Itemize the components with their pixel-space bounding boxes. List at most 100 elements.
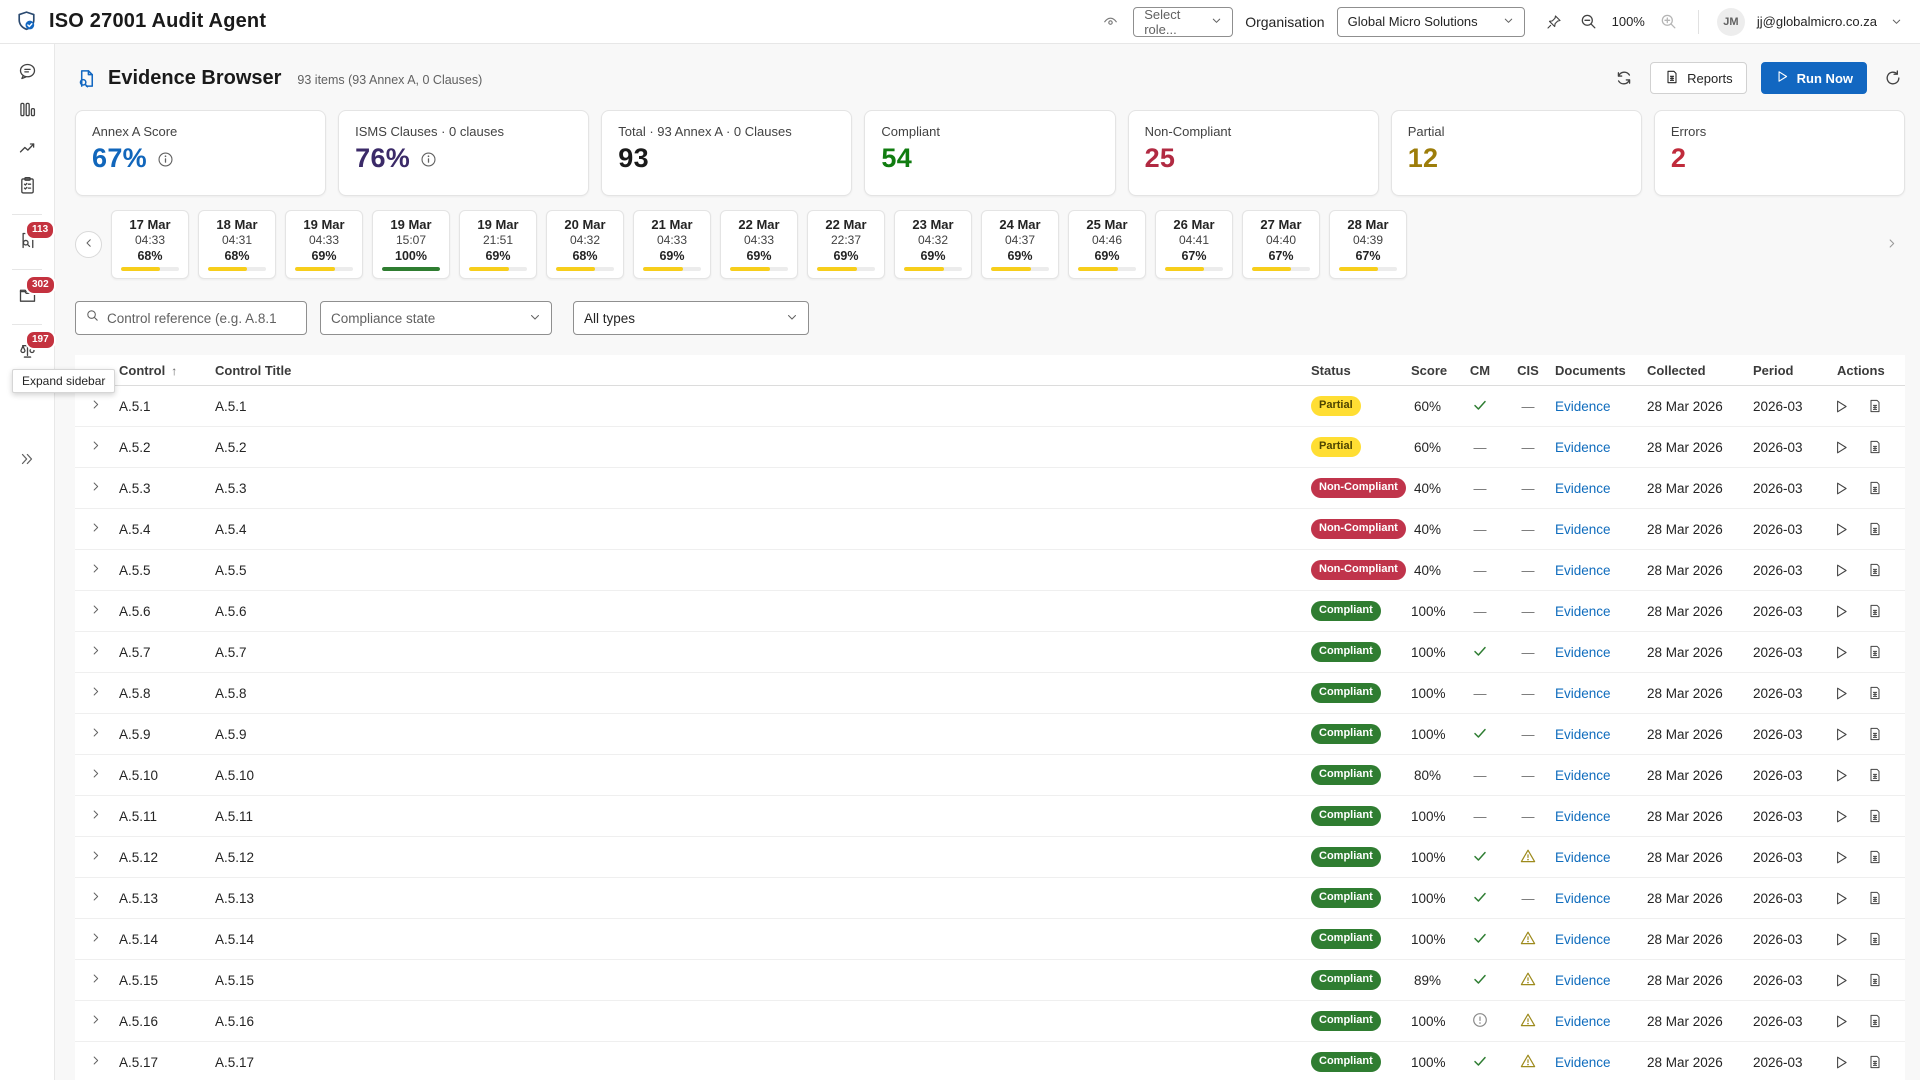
zoom-out-icon[interactable] (1577, 10, 1600, 33)
sync-icon[interactable] (1612, 66, 1636, 90)
evidence-link[interactable]: Evidence (1555, 809, 1611, 824)
pin-icon[interactable] (1543, 11, 1565, 33)
timeline-card[interactable]: 28 Mar04:3967% (1329, 210, 1407, 279)
timeline-card[interactable]: 26 Mar04:4167% (1155, 210, 1233, 279)
evidence-link[interactable]: Evidence (1555, 645, 1611, 660)
expand-row-icon[interactable] (89, 1054, 102, 1067)
evidence-link[interactable]: Evidence (1555, 563, 1611, 578)
timeline-card[interactable]: 18 Mar04:3168% (198, 210, 276, 279)
run-control-icon[interactable] (1833, 726, 1850, 743)
row-report-icon[interactable] (1867, 1013, 1883, 1029)
timeline-card[interactable]: 22 Mar22:3769% (807, 210, 885, 279)
expand-row-icon[interactable] (89, 398, 102, 411)
expand-row-icon[interactable] (89, 562, 102, 575)
timeline-prev-button[interactable] (75, 231, 102, 258)
run-control-icon[interactable] (1833, 398, 1850, 415)
row-report-icon[interactable] (1867, 398, 1883, 414)
row-report-icon[interactable] (1867, 439, 1883, 455)
sidebar-item-collections[interactable]: 302 (7, 279, 47, 315)
row-report-icon[interactable] (1867, 644, 1883, 660)
timeline-card[interactable]: 23 Mar04:3269% (894, 210, 972, 279)
refresh-icon[interactable] (1881, 66, 1905, 90)
timeline-card[interactable]: 21 Mar04:3369% (633, 210, 711, 279)
compliance-state-select[interactable]: Compliance state (320, 301, 552, 335)
evidence-link[interactable]: Evidence (1555, 604, 1611, 619)
timeline-card[interactable]: 19 Mar21:5169% (459, 210, 537, 279)
timeline-card[interactable]: 22 Mar04:3369% (720, 210, 798, 279)
expand-sidebar-button[interactable] (7, 442, 47, 478)
row-report-icon[interactable] (1867, 480, 1883, 496)
run-control-icon[interactable] (1833, 931, 1850, 948)
evidence-link[interactable]: Evidence (1555, 891, 1611, 906)
row-report-icon[interactable] (1867, 931, 1883, 947)
sidebar-item-checklist[interactable] (7, 169, 47, 205)
run-now-button[interactable]: Run Now (1761, 62, 1867, 94)
evidence-link[interactable]: Evidence (1555, 973, 1611, 988)
run-control-icon[interactable] (1833, 521, 1850, 538)
expand-row-icon[interactable] (89, 1013, 102, 1026)
timeline-card[interactable]: 17 Mar04:3368% (111, 210, 189, 279)
run-control-icon[interactable] (1833, 562, 1850, 579)
evidence-link[interactable]: Evidence (1555, 399, 1611, 414)
row-report-icon[interactable] (1867, 603, 1883, 619)
expand-row-icon[interactable] (89, 890, 102, 903)
organisation-select[interactable]: Global Micro Solutions (1337, 7, 1525, 37)
evidence-link[interactable]: Evidence (1555, 932, 1611, 947)
run-control-icon[interactable] (1833, 1013, 1850, 1030)
row-report-icon[interactable] (1867, 849, 1883, 865)
expand-row-icon[interactable] (89, 480, 102, 493)
reports-button[interactable]: Reports (1650, 62, 1747, 94)
expand-row-icon[interactable] (89, 931, 102, 944)
timeline-card[interactable]: 24 Mar04:3769% (981, 210, 1059, 279)
run-control-icon[interactable] (1833, 480, 1850, 497)
sidebar-item-compliance[interactable]: 197 (7, 334, 47, 370)
column-header-score[interactable]: Score (1407, 363, 1455, 378)
expand-row-icon[interactable] (89, 972, 102, 985)
evidence-link[interactable]: Evidence (1555, 1055, 1611, 1070)
avatar[interactable]: JM (1717, 8, 1745, 36)
row-report-icon[interactable] (1867, 521, 1883, 537)
timeline-card[interactable]: 19 Mar04:3369% (285, 210, 363, 279)
column-header-cis[interactable]: CIS (1505, 363, 1551, 378)
run-control-icon[interactable] (1833, 439, 1850, 456)
timeline-card[interactable]: 20 Mar04:3268% (546, 210, 624, 279)
run-control-icon[interactable] (1833, 890, 1850, 907)
evidence-link[interactable]: Evidence (1555, 440, 1611, 455)
timeline-card[interactable]: 25 Mar04:4669% (1068, 210, 1146, 279)
row-report-icon[interactable] (1867, 808, 1883, 824)
evidence-link[interactable]: Evidence (1555, 727, 1611, 742)
expand-row-icon[interactable] (89, 726, 102, 739)
evidence-link[interactable]: Evidence (1555, 1014, 1611, 1029)
timeline-card[interactable]: 27 Mar04:4067% (1242, 210, 1320, 279)
row-report-icon[interactable] (1867, 1054, 1883, 1070)
sidebar-item-trends[interactable] (7, 131, 47, 167)
info-icon[interactable] (420, 151, 437, 168)
info-icon[interactable] (157, 151, 174, 168)
row-report-icon[interactable] (1867, 685, 1883, 701)
timeline-next-button[interactable] (1878, 231, 1905, 258)
column-header-control[interactable]: Control↑ (115, 363, 211, 378)
role-select[interactable]: Select role... (1133, 7, 1233, 37)
column-header-cm[interactable]: CM (1455, 363, 1505, 378)
sidebar-item-evidence[interactable]: 113 (7, 224, 47, 260)
column-header-period[interactable]: Period (1749, 363, 1825, 378)
expand-row-icon[interactable] (89, 849, 102, 862)
sidebar-item-chat[interactable] (7, 55, 47, 91)
expand-row-icon[interactable] (89, 685, 102, 698)
column-header-control-title[interactable]: Control Title (211, 363, 1307, 378)
row-report-icon[interactable] (1867, 562, 1883, 578)
type-filter-select[interactable]: All types (573, 301, 809, 335)
run-control-icon[interactable] (1833, 644, 1850, 661)
row-report-icon[interactable] (1867, 767, 1883, 783)
expand-row-icon[interactable] (89, 439, 102, 452)
sidebar-item-dashboard[interactable] (7, 93, 47, 129)
expand-row-icon[interactable] (89, 644, 102, 657)
evidence-link[interactable]: Evidence (1555, 850, 1611, 865)
run-control-icon[interactable] (1833, 767, 1850, 784)
row-report-icon[interactable] (1867, 890, 1883, 906)
run-control-icon[interactable] (1833, 849, 1850, 866)
expand-row-icon[interactable] (89, 521, 102, 534)
zoom-in-icon[interactable] (1657, 10, 1680, 33)
run-control-icon[interactable] (1833, 808, 1850, 825)
run-control-icon[interactable] (1833, 1054, 1850, 1071)
